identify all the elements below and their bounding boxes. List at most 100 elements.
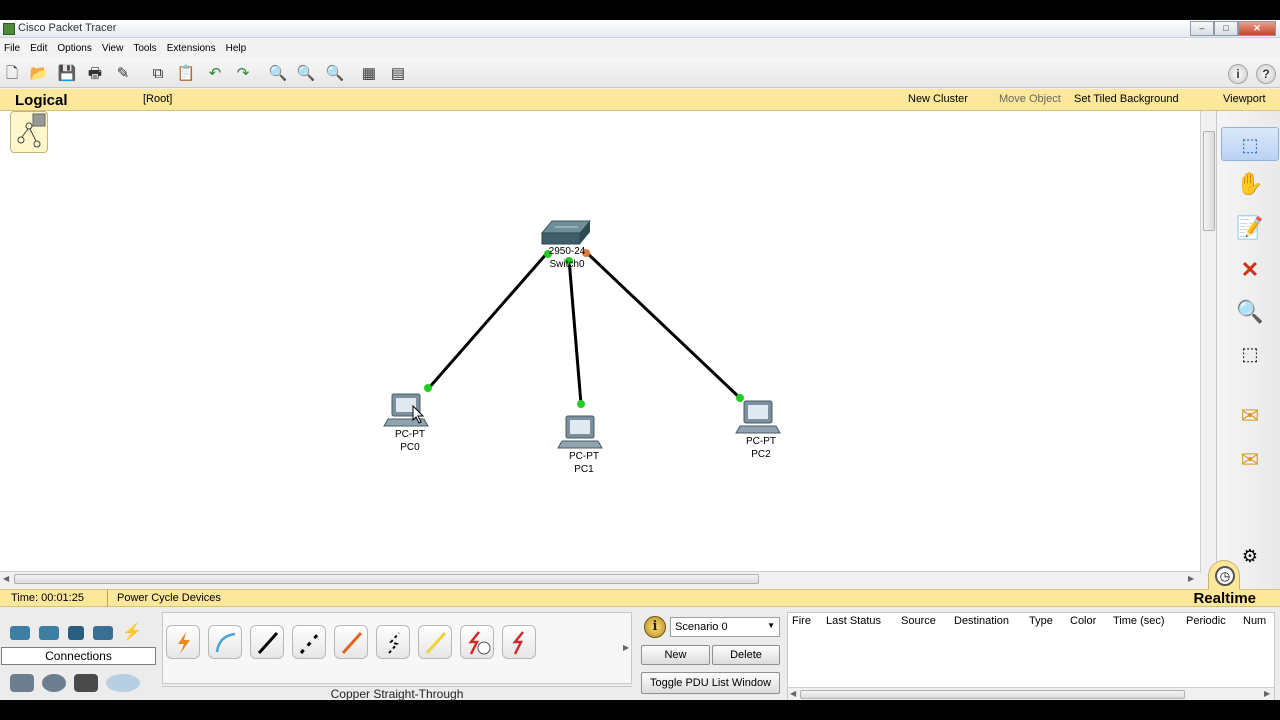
hubs-category-icon[interactable]: [68, 626, 84, 640]
scenario-info-icon[interactable]: i: [644, 616, 666, 638]
pdu-horizontal-scrollbar[interactable]: ◀ ▶: [788, 687, 1274, 700]
common-tools-bar: ⬚ ✋ 📝 ✕ 🔍 ⬚ ✉ ✉ ⚙: [1216, 111, 1280, 589]
menu-tools[interactable]: Tools: [129, 43, 162, 54]
pc1-device[interactable]: PC-PT PC1: [557, 415, 603, 475]
viewport-button[interactable]: Viewport: [1223, 93, 1266, 105]
realtime-mode-icon[interactable]: ⚙: [1235, 541, 1265, 571]
undo-icon[interactable]: ↶: [205, 64, 225, 84]
menu-help[interactable]: Help: [222, 43, 253, 54]
zoom-reset-icon[interactable]: 🔍: [296, 64, 316, 84]
device-category-row: ⚡: [10, 620, 150, 646]
resize-shape-icon[interactable]: ⬚: [1235, 339, 1265, 369]
power-cycle-devices-button[interactable]: Power Cycle Devices: [117, 592, 221, 604]
wireless-category-icon[interactable]: [93, 626, 113, 640]
connections-category-icon[interactable]: ⚡: [122, 625, 142, 641]
end-devices-icon[interactable]: [10, 674, 34, 692]
automatic-connection-icon[interactable]: [166, 625, 200, 659]
add-complex-pdu-icon[interactable]: ✉: [1235, 445, 1265, 475]
fiber-cable-icon[interactable]: [334, 625, 368, 659]
copper-straight-through-icon[interactable]: [250, 625, 284, 659]
pdu-scroll-thumb[interactable]: [800, 690, 1185, 699]
custom-made-devices-icon[interactable]: [74, 674, 98, 692]
col-last-status[interactable]: Last Status: [826, 615, 881, 627]
close-button[interactable]: ✕: [1238, 21, 1276, 36]
serial-dce-icon[interactable]: [460, 625, 494, 659]
new-cluster-button[interactable]: New Cluster: [908, 93, 968, 105]
delete-scenario-button[interactable]: Delete: [712, 645, 780, 665]
col-num[interactable]: Num: [1243, 615, 1266, 627]
print-icon[interactable]: 🖶: [85, 64, 105, 84]
select-tool-icon[interactable]: ⬚: [1221, 127, 1279, 161]
zoom-out-icon[interactable]: 🔍: [325, 64, 345, 84]
wan-emulation-icon[interactable]: [42, 674, 66, 692]
col-time[interactable]: Time (sec): [1113, 615, 1165, 627]
move-object-button[interactable]: Move Object: [999, 93, 1061, 105]
multiuser-connection-icon[interactable]: [106, 674, 140, 692]
switches-category-icon[interactable]: [39, 626, 59, 640]
horizontal-scroll-thumb[interactable]: [14, 574, 759, 584]
maximize-button[interactable]: □: [1214, 21, 1238, 36]
scroll-left-icon[interactable]: ◀: [3, 574, 9, 583]
selected-cable-label: Copper Straight-Through: [162, 686, 632, 700]
link-switch-pc2[interactable]: [584, 250, 742, 400]
help-icon[interactable]: ?: [1256, 64, 1276, 84]
port-light-pc1: [577, 400, 585, 408]
root-breadcrumb[interactable]: [Root]: [143, 93, 172, 105]
copper-cross-over-icon[interactable]: [292, 625, 326, 659]
pdu-scroll-left-icon[interactable]: ◀: [790, 689, 796, 698]
scroll-right-icon[interactable]: ▶: [1188, 574, 1194, 583]
move-layout-hand-icon[interactable]: ✋: [1235, 169, 1265, 199]
scenario-select[interactable]: Scenario 0 ▼: [670, 617, 780, 637]
console-cable-icon[interactable]: [208, 625, 242, 659]
copy-icon[interactable]: ⧉: [148, 64, 168, 84]
info-icon[interactable]: i: [1228, 64, 1248, 84]
toggle-pdu-list-button[interactable]: Toggle PDU List Window: [641, 672, 780, 694]
col-source[interactable]: Source: [901, 615, 936, 627]
serial-dte-icon[interactable]: [502, 625, 536, 659]
canvas-horizontal-scrollbar[interactable]: ◀ ▶: [0, 571, 1200, 585]
new-file-icon[interactable]: 🗋: [2, 64, 22, 84]
menu-options[interactable]: Options: [53, 43, 97, 54]
col-type[interactable]: Type: [1029, 615, 1053, 627]
col-periodic[interactable]: Periodic: [1186, 615, 1226, 627]
col-color[interactable]: Color: [1070, 615, 1096, 627]
palette-icon[interactable]: ▦: [359, 64, 379, 84]
coaxial-cable-icon[interactable]: [418, 625, 452, 659]
canvas-vertical-scrollbar[interactable]: [1200, 111, 1216, 573]
zoom-in-icon[interactable]: 🔍: [268, 64, 288, 84]
delete-icon[interactable]: ✕: [1235, 255, 1265, 285]
menu-file[interactable]: File: [0, 43, 26, 54]
switch0-device[interactable]: 2950-24 Switch0: [540, 220, 592, 270]
place-note-icon[interactable]: 📝: [1235, 213, 1265, 243]
scroll-cables-right-icon[interactable]: ▶: [623, 643, 629, 652]
logical-workspace-canvas[interactable]: 2950-24 Switch0 PC-PT PC0 PC-PT PC1 PC-P…: [0, 111, 1200, 571]
paste-icon[interactable]: 📋: [176, 64, 196, 84]
open-folder-icon[interactable]: 📂: [29, 64, 49, 84]
new-scenario-button[interactable]: New: [641, 645, 710, 665]
redo-icon[interactable]: ↷: [233, 64, 253, 84]
vertical-scroll-thumb[interactable]: [1203, 131, 1215, 231]
realtime-clock-tab[interactable]: ◷: [1208, 560, 1240, 590]
set-tiled-background-button[interactable]: Set Tiled Background: [1074, 93, 1179, 105]
logical-workspace-tab[interactable]: [10, 111, 48, 153]
menu-edit[interactable]: Edit: [26, 43, 53, 54]
phone-cable-icon[interactable]: [376, 625, 410, 659]
realtime-mode-label[interactable]: Realtime: [1193, 590, 1256, 607]
pdu-scroll-right-icon[interactable]: ▶: [1264, 689, 1270, 698]
pc2-device[interactable]: PC-PT PC2: [735, 400, 781, 460]
col-fire[interactable]: Fire: [792, 615, 811, 627]
logical-workspace-label[interactable]: Logical: [15, 92, 68, 109]
col-destination[interactable]: Destination: [954, 615, 1009, 627]
pc0-device[interactable]: PC-PT PC0: [383, 393, 429, 453]
inspect-magnifier-icon[interactable]: 🔍: [1235, 297, 1265, 327]
routers-category-icon[interactable]: [10, 626, 30, 640]
save-icon[interactable]: 💾: [57, 64, 77, 84]
minimize-button[interactable]: –: [1190, 21, 1214, 36]
custom-device-icon[interactable]: ▤: [388, 64, 408, 84]
menu-extensions[interactable]: Extensions: [163, 43, 222, 54]
activity-wizard-icon[interactable]: ✎: [113, 64, 133, 84]
add-simple-pdu-icon[interactable]: ✉: [1235, 401, 1265, 431]
link-switch-pc1[interactable]: [567, 258, 583, 405]
link-switch-pc0[interactable]: [426, 251, 550, 390]
menu-view[interactable]: View: [98, 43, 130, 54]
